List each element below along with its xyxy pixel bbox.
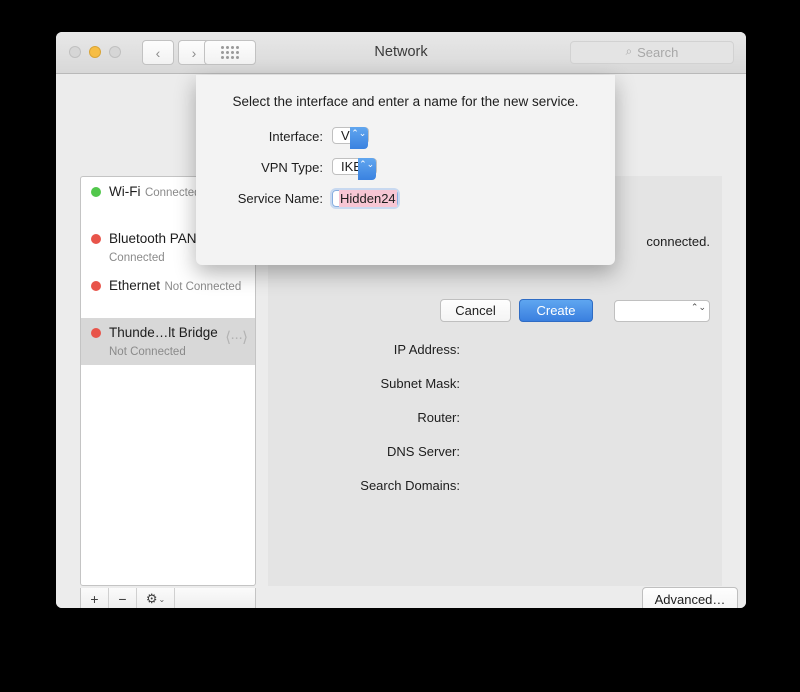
status-dot-icon: [91, 234, 101, 244]
service-actions-button[interactable]: ⚙ ⌄: [137, 588, 175, 608]
list-item-status: Not Connected: [165, 281, 242, 293]
remove-service-button[interactable]: −: [109, 588, 137, 608]
status-dot-icon: [91, 281, 101, 291]
search-input[interactable]: ⌕ Search: [570, 41, 734, 64]
search-domains-label: Search Domains:: [268, 478, 460, 493]
plus-icon: +: [90, 591, 98, 607]
create-button[interactable]: Create: [519, 299, 593, 322]
vpn-type-label: VPN Type:: [196, 157, 323, 179]
list-item-name: Bluetooth PAN: [109, 231, 197, 246]
window-titlebar: ‹ › Network ⌕ Search: [56, 32, 746, 74]
status-dot-icon: [91, 328, 101, 338]
chevron-updown-icon: ⌃⌄: [358, 158, 376, 180]
list-item-name: Thunde…lt Bridge: [109, 325, 218, 340]
list-item-status: Connected: [145, 187, 201, 199]
subnet-mask-label: Subnet Mask:: [268, 376, 460, 391]
service-name-input[interactable]: Hidden24: [332, 188, 598, 210]
advanced-button[interactable]: Advanced…: [642, 587, 738, 608]
thunderbolt-icon: ⟨···⟩: [225, 328, 247, 346]
add-service-button[interactable]: +: [81, 588, 109, 608]
list-item-name: Ethernet: [109, 278, 160, 293]
vpn-type-select[interactable]: IKEv2 ⌃⌄: [332, 157, 598, 179]
ip-address-label: IP Address:: [268, 342, 460, 357]
sheet-title: Select the interface and enter a name fo…: [196, 94, 615, 109]
list-toolbar: + − ⚙ ⌄: [80, 588, 256, 608]
router-label: Router:: [268, 410, 460, 425]
gear-icon: ⚙: [146, 591, 158, 607]
chevron-updown-icon: ⌃⌄: [350, 127, 368, 149]
toolbar-filler: [175, 588, 255, 608]
search-placeholder: Search: [637, 45, 678, 60]
dns-server-label: DNS Server:: [268, 444, 460, 459]
service-name-label: Service Name:: [196, 188, 323, 210]
new-service-sheet: Select the interface and enter a name fo…: [196, 75, 615, 265]
list-item[interactable]: Ethernet Not Connected: [81, 271, 255, 318]
interface-label: Interface:: [196, 126, 323, 148]
connection-status-text: connected.: [646, 234, 710, 249]
minus-icon: −: [118, 591, 126, 607]
list-item[interactable]: Thunde…lt Bridge Not Connected ⟨···⟩: [81, 318, 255, 365]
list-item-status: Not Connected: [109, 346, 186, 358]
interface-select[interactable]: VPN ⌃⌄: [332, 126, 598, 148]
status-dot-icon: [91, 187, 101, 197]
list-item-name: Wi-Fi: [109, 184, 140, 199]
search-icon: ⌕: [626, 46, 632, 59]
service-name-value: Hidden24: [339, 190, 397, 207]
chevron-down-icon: ⌄: [158, 595, 165, 604]
chevron-updown-icon: ⌃⌄: [691, 303, 706, 311]
cancel-button[interactable]: Cancel: [440, 299, 511, 322]
configuration-select[interactable]: ⌃⌄: [614, 300, 710, 322]
